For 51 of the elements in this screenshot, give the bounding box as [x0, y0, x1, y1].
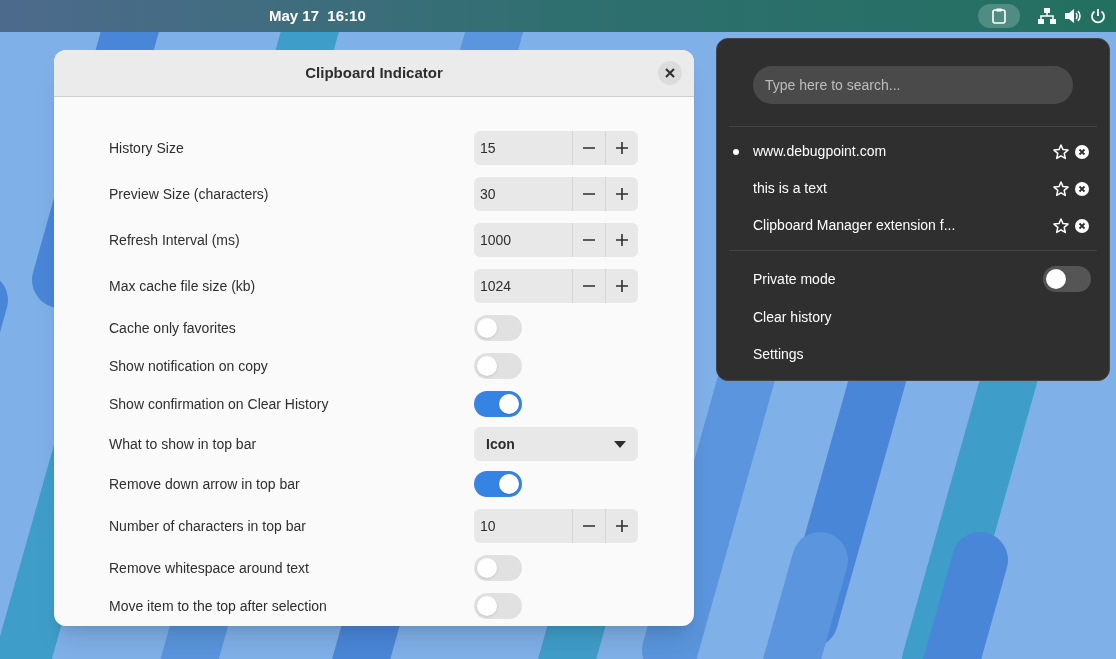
remove-icon[interactable]: [1075, 144, 1089, 159]
close-button[interactable]: [658, 61, 682, 85]
setting-label: Refresh Interval (ms): [109, 230, 240, 250]
caret-icon: [614, 440, 626, 448]
history-text: Clipboard Manager extension f...: [753, 216, 957, 235]
network-icon: [1038, 8, 1056, 24]
toggle-switch[interactable]: [474, 353, 522, 379]
plus-icon: [615, 141, 629, 155]
toggle-switch[interactable]: [474, 471, 522, 497]
star-icon[interactable]: [1053, 143, 1069, 160]
plus-icon: [615, 279, 629, 293]
setting-label: Number of characters in top bar: [109, 516, 306, 536]
star-icon[interactable]: [1053, 180, 1069, 197]
menu-item[interactable]: Settings: [717, 336, 1109, 373]
menu-item[interactable]: Clear history: [717, 299, 1109, 336]
star-icon[interactable]: [1053, 217, 1069, 234]
history-text: www.debugpoint.com: [753, 142, 888, 161]
setting-label: Move item to the top after selection: [109, 596, 327, 616]
history-item[interactable]: this is a text: [717, 170, 1109, 207]
toggle-switch[interactable]: [474, 315, 522, 341]
setting-label: Remove whitespace around text: [109, 558, 309, 578]
setting-label: History Size: [109, 138, 184, 158]
window-title: Clipboard Indicator: [305, 62, 443, 83]
remove-icon[interactable]: [1075, 218, 1089, 233]
setting-label: What to show in top bar: [109, 434, 257, 454]
clock[interactable]: May 17 16:10: [269, 4, 366, 28]
setting-label: Cache only favorites: [109, 318, 236, 338]
setting-label: Max cache file size (kb): [109, 276, 256, 296]
private-mode-label: Private mode: [753, 269, 836, 289]
remove-icon[interactable]: [1075, 181, 1089, 196]
plus-icon: [615, 233, 629, 247]
setting-label: Preview Size (characters): [109, 184, 269, 204]
clipboard-button[interactable]: [978, 4, 1020, 28]
setting-label: Show confirmation on Clear History: [109, 394, 329, 414]
toggle-switch[interactable]: [474, 593, 522, 619]
plus-icon: [615, 187, 629, 201]
toggle-switch[interactable]: [474, 555, 522, 581]
history-text: this is a text: [753, 179, 828, 198]
toggle-switch[interactable]: [474, 391, 522, 417]
history-item[interactable]: Clipboard Manager extension f...: [717, 207, 1109, 244]
dropdown[interactable]: Icon: [474, 427, 638, 461]
setting-label: Show notification on copy: [109, 356, 268, 376]
toggle-switch[interactable]: [1043, 266, 1091, 292]
power-icon: [1090, 8, 1106, 24]
setting-label: Remove down arrow in top bar: [109, 474, 300, 494]
plus-icon: [615, 519, 629, 533]
close-icon: [665, 68, 675, 78]
clipboard-icon: [992, 8, 1006, 24]
volume-icon: [1064, 8, 1082, 24]
history-item[interactable]: www.debugpoint.com: [717, 133, 1109, 170]
search-field[interactable]: Type here to search...: [753, 66, 1073, 104]
